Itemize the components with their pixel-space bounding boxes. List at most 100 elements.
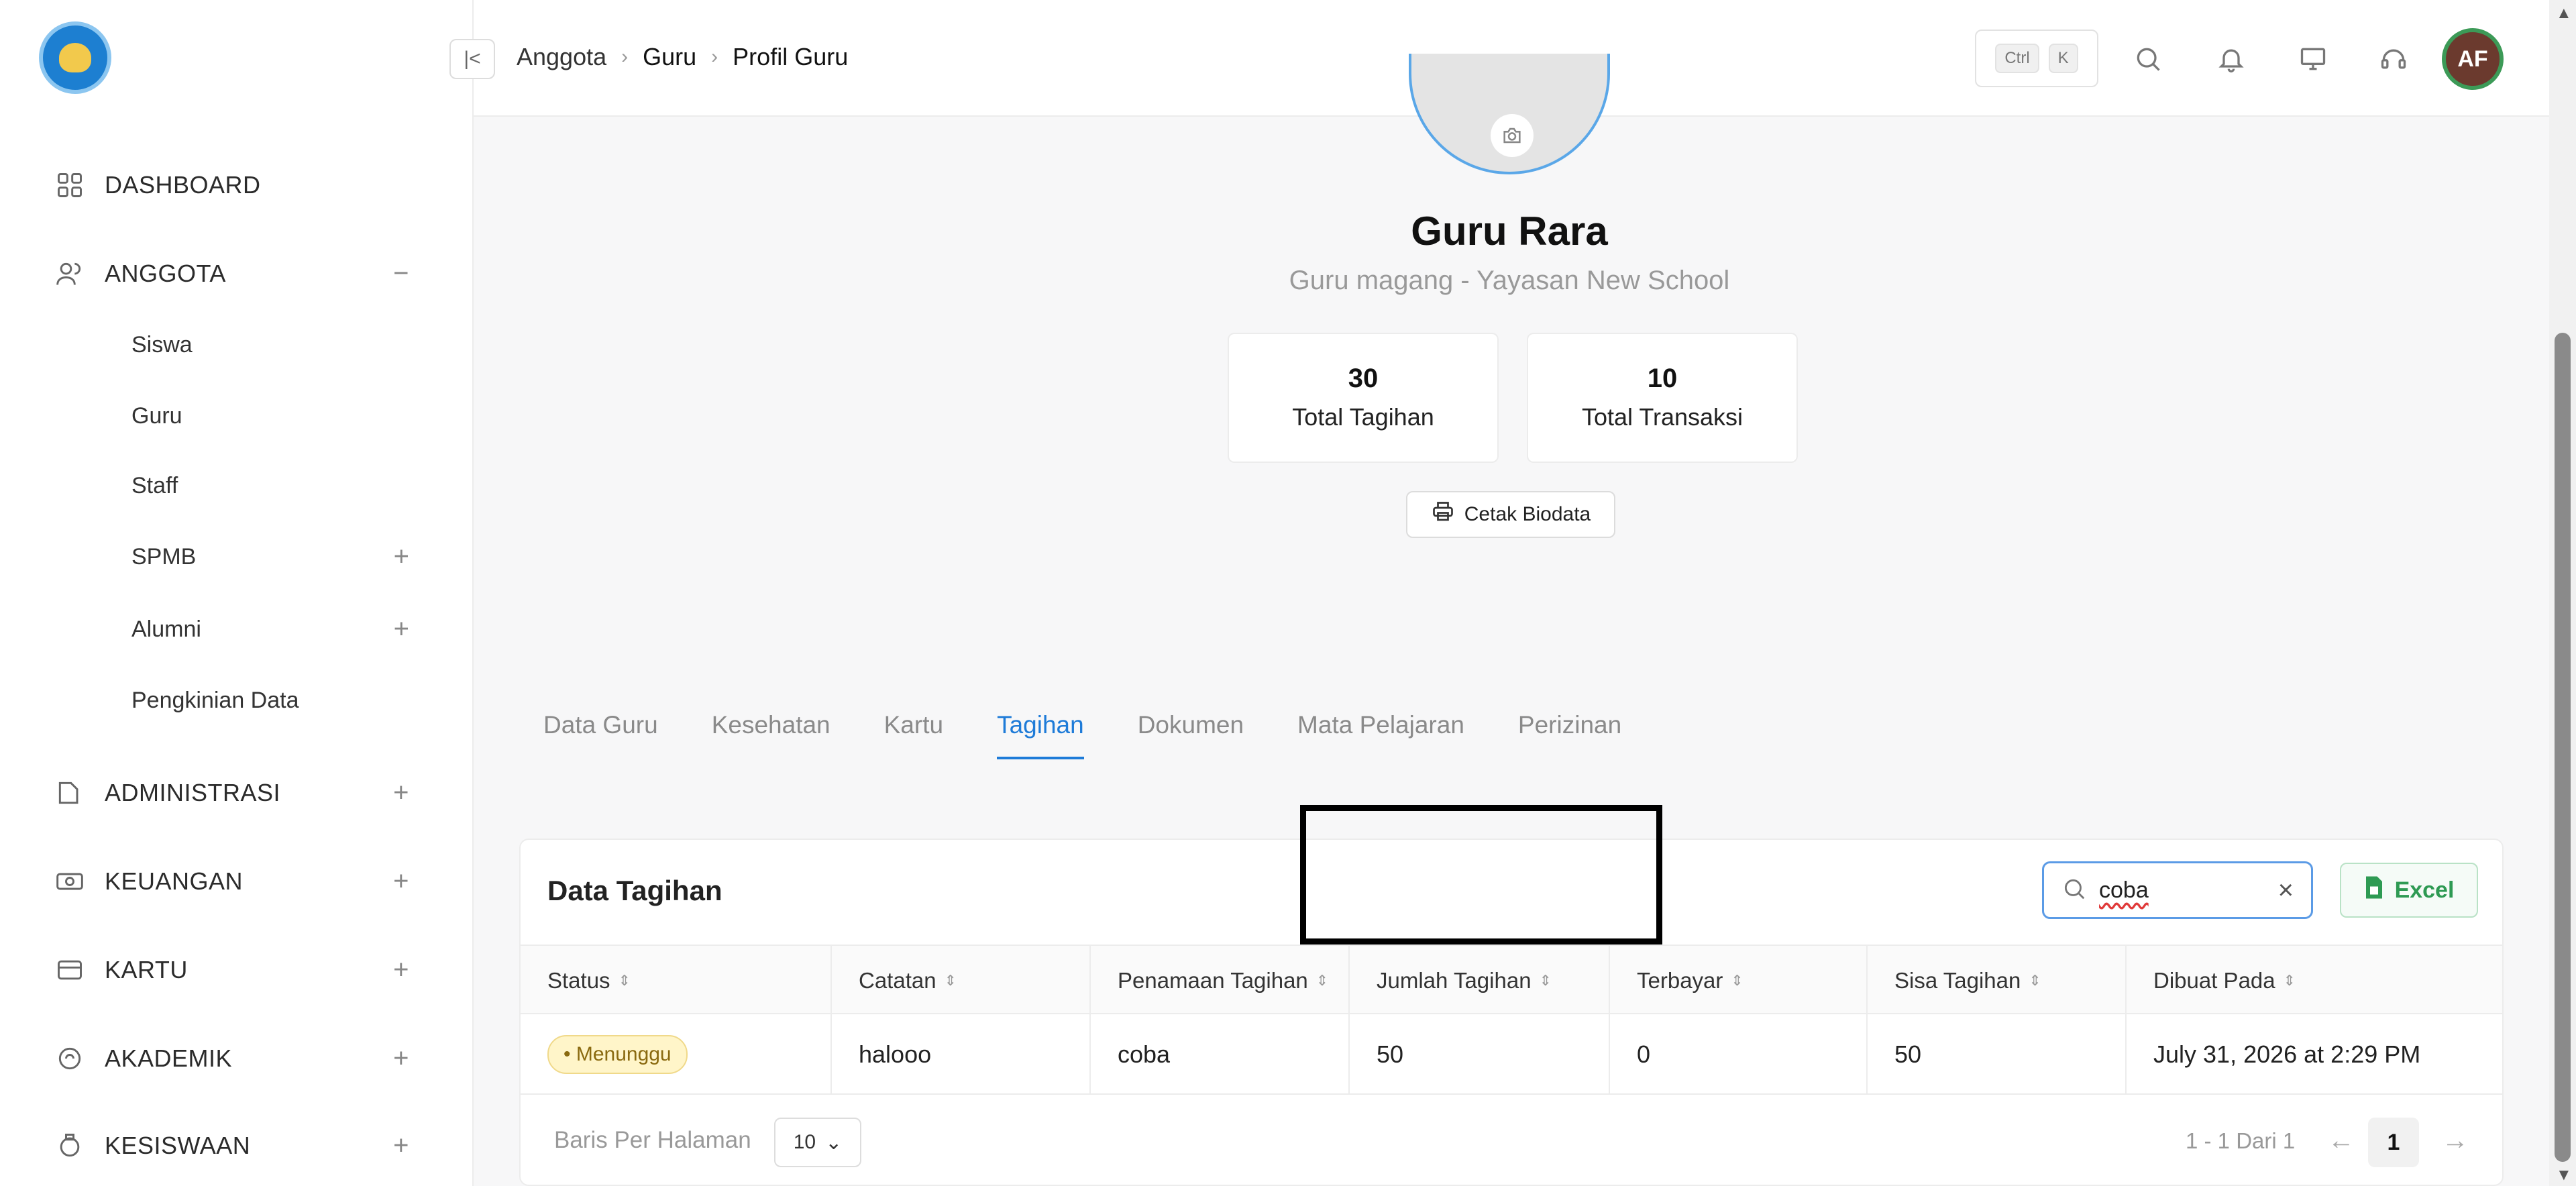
sort-icon[interactable]: ⇕ — [1731, 972, 1743, 989]
rows-per-page-value: 10 — [793, 1131, 816, 1153]
scroll-down-arrow-icon[interactable]: ▼ — [2556, 1166, 2572, 1185]
sort-icon[interactable]: ⇕ — [945, 972, 957, 989]
tab-kesehatan[interactable]: Kesehatan — [712, 711, 830, 759]
expand-icon[interactable]: + — [393, 867, 409, 897]
tab-perizinan[interactable]: Perizinan — [1518, 711, 1621, 759]
expand-icon[interactable]: + — [393, 1131, 409, 1161]
prev-page-arrow-icon[interactable]: ← — [2328, 1126, 2355, 1156]
tab-tagihan[interactable]: Tagihan — [997, 711, 1084, 759]
column-dibuat-pada[interactable]: Dibuat Pada ⇕ — [2127, 946, 2502, 1016]
profile-role: Guru magang - Yayasan New School — [1289, 266, 1730, 295]
breadcrumb-anggota[interactable]: Anggota — [517, 43, 606, 71]
breadcrumb-guru[interactable]: Guru — [643, 43, 696, 71]
stat-total-transaksi: 10 Total Transaksi — [1527, 333, 1798, 463]
collapse-sidebar-button[interactable]: |< — [449, 39, 495, 79]
tab-kartu[interactable]: Kartu — [884, 711, 943, 759]
kbd-ctrl: Ctrl — [1995, 44, 2039, 73]
sidebar-item-label: KESISWAAN — [105, 1132, 251, 1159]
chevron-down-icon: ⌄ — [825, 1131, 843, 1154]
kbd-k: K — [2048, 44, 2078, 73]
sidebar-item-dashboard[interactable]: DASHBOARD — [54, 165, 409, 205]
sidebar-item-anggota[interactable]: ANGGOTA − — [54, 254, 409, 294]
sidebar-item-keuangan[interactable]: KEUANGAN + — [54, 861, 409, 902]
search-icon[interactable] — [2128, 39, 2168, 79]
monitor-icon[interactable] — [2293, 39, 2333, 79]
column-jumlah-tagihan[interactable]: Jumlah Tagihan ⇕ — [1350, 946, 1610, 1016]
column-status[interactable]: Status ⇕ — [521, 946, 832, 1016]
sidebar-item-administrasi[interactable]: ADMINISTRASI + — [54, 773, 409, 813]
scrollbar-thumb[interactable] — [2555, 333, 2571, 1162]
expand-icon[interactable]: + — [393, 955, 409, 985]
sort-icon[interactable]: ⇕ — [2029, 972, 2041, 989]
sidebar: DASHBOARD ANGGOTA − Siswa Guru Staff SPM… — [0, 0, 474, 1186]
page-info: 1 - 1 Dari 1 — [2186, 1128, 2296, 1153]
column-penamaan-tagihan[interactable]: Penamaan Tagihan ⇕ — [1091, 946, 1350, 1016]
school-logo[interactable] — [39, 21, 111, 94]
cell-status: • Menunggu — [521, 1014, 832, 1095]
sidebar-subitem-alumni[interactable]: Alumni + — [131, 610, 409, 648]
sort-icon[interactable]: ⇕ — [1316, 972, 1328, 989]
headset-icon[interactable] — [2373, 39, 2414, 79]
sidebar-subitem-label: Staff — [131, 472, 178, 498]
column-catatan[interactable]: Catatan ⇕ — [832, 946, 1091, 1016]
sidebar-item-label: ADMINISTRASI — [105, 779, 281, 806]
user-avatar[interactable]: AF — [2442, 28, 2504, 90]
sort-icon[interactable]: ⇕ — [619, 972, 631, 989]
sidebar-subitem-spmb[interactable]: SPMB + — [131, 538, 409, 576]
collapse-left-icon: |< — [464, 48, 481, 70]
excel-export-button[interactable]: Excel — [2340, 863, 2478, 918]
cell-penamaan: coba — [1091, 1014, 1350, 1095]
card-icon — [54, 954, 86, 986]
sidebar-item-label: DASHBOARD — [105, 171, 261, 199]
tab-data-guru[interactable]: Data Guru — [543, 711, 658, 759]
users-icon — [54, 258, 86, 290]
cetak-biodata-label: Cetak Biodata — [1464, 503, 1591, 525]
stat-total-tagihan: 30 Total Tagihan — [1228, 333, 1499, 463]
command-palette-shortcut[interactable]: Ctrl K — [1975, 30, 2098, 87]
search-value[interactable]: coba — [2099, 877, 2266, 904]
column-sisa-tagihan[interactable]: Sisa Tagihan ⇕ — [1868, 946, 2127, 1016]
cell-catatan: halooo — [832, 1014, 1091, 1095]
column-label: Terbayar — [1637, 968, 1723, 993]
current-page-button[interactable]: 1 — [2368, 1118, 2419, 1167]
column-terbayar[interactable]: Terbayar ⇕ — [1610, 946, 1868, 1016]
profile-name: Guru Rara — [1411, 209, 1608, 254]
sidebar-item-kartu[interactable]: KARTU + — [54, 950, 409, 990]
bell-icon[interactable] — [2211, 39, 2251, 79]
column-label: Jumlah Tagihan — [1377, 968, 1532, 993]
sidebar-item-akademik[interactable]: AKADEMIK + — [54, 1038, 409, 1079]
sidebar-item-label: KEUANGAN — [105, 867, 244, 895]
cetak-biodata-button[interactable]: Cetak Biodata — [1406, 491, 1615, 538]
search-input[interactable]: coba × — [2042, 861, 2313, 919]
expand-icon[interactable]: + — [393, 778, 409, 808]
pagination: Baris Per Halaman 10 ⌄ 1 - 1 Dari 1 ← 1 … — [521, 1116, 2502, 1170]
column-label: Sisa Tagihan — [1894, 968, 2021, 993]
expand-icon[interactable]: + — [393, 1044, 409, 1074]
sidebar-subitem-staff[interactable]: Staff — [131, 467, 409, 504]
sort-icon[interactable]: ⇕ — [1540, 972, 1552, 989]
sidebar-subitem-siswa[interactable]: Siswa — [131, 326, 409, 364]
scroll-up-arrow-icon[interactable]: ▲ — [2556, 4, 2572, 23]
expand-icon[interactable]: + — [394, 614, 409, 645]
collapse-icon[interactable]: − — [393, 259, 409, 289]
sort-icon[interactable]: ⇕ — [2284, 972, 2296, 989]
search-highlight-box — [1300, 805, 1662, 945]
camera-icon[interactable] — [1491, 114, 1534, 157]
academic-icon — [54, 1042, 86, 1075]
sidebar-subitem-label: Siswa — [131, 331, 193, 358]
sidebar-item-kesiswaan[interactable]: KESISWAAN + — [54, 1126, 409, 1166]
tab-dokumen[interactable]: Dokumen — [1138, 711, 1244, 759]
student-icon — [54, 1130, 86, 1162]
clear-icon[interactable]: × — [2278, 875, 2294, 906]
expand-icon[interactable]: + — [394, 542, 409, 572]
next-page-arrow-icon[interactable]: → — [2442, 1126, 2469, 1156]
rows-per-page-select[interactable]: 10 ⌄ — [774, 1118, 861, 1167]
table-row[interactable]: • Menunggu halooo coba 50 0 50 July 31, … — [521, 1014, 2502, 1095]
chevron-right-icon: › — [621, 46, 629, 68]
sidebar-subitem-pengkinian-data[interactable]: Pengkinian Data — [131, 682, 409, 719]
sidebar-subitem-label: Guru — [131, 402, 182, 429]
sidebar-subitem-guru[interactable]: Guru — [131, 397, 409, 435]
profile-photo — [1409, 54, 1610, 174]
tab-mata-pelajaran[interactable]: Mata Pelajaran — [1297, 711, 1464, 759]
chevron-right-icon: › — [711, 46, 718, 68]
